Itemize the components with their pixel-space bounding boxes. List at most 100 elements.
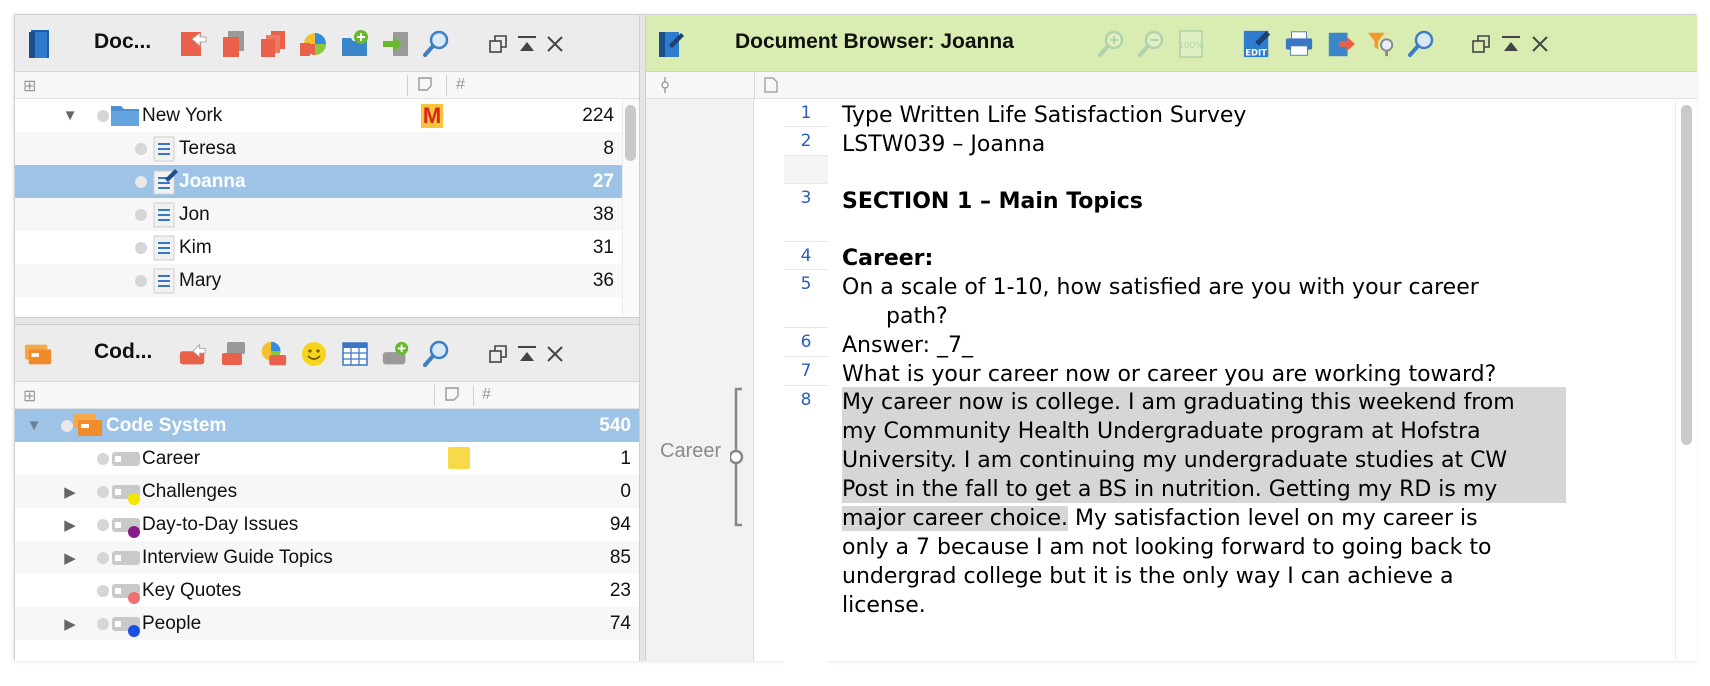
paragraph-number-column: 1 2 3 4 5 6 7 8: [784, 99, 828, 686]
maxqda-window: Doc... ⊞ # ▼ New York M 224 Teresa 8 Joa…: [14, 14, 1697, 686]
expand-triangle-icon[interactable]: ▶: [61, 549, 79, 567]
code-system-count: 540: [599, 414, 631, 436]
tree-column-icon[interactable]: ⊞: [23, 76, 36, 96]
folder-icon: [110, 103, 140, 133]
code-stripe-bracket[interactable]: [728, 387, 746, 532]
count-column-icon[interactable]: #: [456, 76, 465, 94]
document-row[interactable]: Kim 31: [15, 231, 622, 264]
code-system-panel: Cod... ⊞ # ▼ Code System 540 Career 1 ▶ …: [15, 325, 639, 661]
zoom-in-icon[interactable]: [1096, 29, 1126, 59]
activate-documents-icon[interactable]: [178, 29, 208, 59]
document-text[interactable]: Type Written Life Satisfaction Survey LS…: [842, 99, 1612, 661]
code-row[interactable]: Key Quotes 23: [15, 574, 639, 607]
browser-scroll-track[interactable]: [1675, 99, 1697, 661]
search-in-document-icon[interactable]: [1406, 29, 1436, 59]
search-documents-icon[interactable]: [421, 29, 451, 59]
count-column-icon[interactable]: #: [482, 386, 491, 404]
code-matrix-icon[interactable]: [340, 339, 370, 369]
text-document-icon: [153, 136, 175, 168]
new-document-group-icon[interactable]: [340, 29, 370, 59]
expand-triangle-icon[interactable]: ▶: [61, 483, 79, 501]
edit-mode-icon[interactable]: EDIT: [1242, 29, 1272, 59]
document-sets-icon[interactable]: [219, 29, 249, 59]
document-count: 8: [603, 137, 614, 159]
paragraph-number: 2: [784, 127, 828, 156]
code-label: People: [142, 612, 202, 634]
maximize-panel-icon[interactable]: [512, 339, 542, 369]
print-icon[interactable]: [1284, 29, 1314, 59]
document-row[interactable]: Jon 38: [15, 198, 622, 231]
code-tag-icon: [111, 550, 141, 572]
edit-label: EDIT: [1245, 47, 1267, 57]
undock-window-icon[interactable]: [483, 29, 513, 59]
code-count: 23: [609, 579, 631, 601]
code-sets-icon[interactable]: [219, 339, 249, 369]
code-row[interactable]: ▶ Challenges 0: [15, 475, 639, 508]
code-label: Day-to-Day Issues: [142, 513, 299, 535]
color-codes-icon[interactable]: [258, 339, 288, 369]
text-document-icon: [153, 235, 175, 267]
paragraph-number: 6: [784, 328, 828, 357]
activate-codes-icon[interactable]: [178, 339, 208, 369]
export-icon[interactable]: [1326, 29, 1356, 59]
color-documents-icon[interactable]: [299, 29, 329, 59]
document-group-label: New York: [142, 104, 223, 126]
browser-scrollbar-thumb[interactable]: [1681, 105, 1692, 445]
code-count: 0: [620, 480, 631, 502]
undock-window-icon[interactable]: [1466, 29, 1496, 59]
coded-text-fragment: major career choice.: [842, 506, 1069, 531]
memo-column-icon[interactable]: [444, 386, 460, 407]
close-panel-icon[interactable]: [540, 29, 570, 59]
collapse-triangle-icon[interactable]: ▼: [25, 417, 43, 434]
paragraph-number-blank: [784, 156, 828, 184]
undock-window-icon[interactable]: [483, 339, 513, 369]
search-codes-icon[interactable]: [421, 339, 451, 369]
code-memo-icon[interactable]: [448, 447, 470, 469]
code-stripe-label[interactable]: Career: [660, 440, 721, 463]
expand-triangle-icon[interactable]: ▶: [61, 516, 79, 534]
code-row[interactable]: ▶ Interview Guide Topics 85: [15, 541, 639, 574]
code-stripe-column-icon[interactable]: [658, 76, 672, 99]
new-code-icon[interactable]: [381, 339, 411, 369]
code-row[interactable]: ▶ People 74: [15, 607, 639, 640]
code-row[interactable]: Career 1: [15, 442, 639, 475]
text-line: On a scale of 1-10, how satisfied are yo…: [842, 275, 1479, 300]
document-row[interactable]: Mary 36: [15, 264, 622, 297]
paragraph-column-icon[interactable]: [764, 77, 778, 98]
zoom-reset-icon[interactable]: 100%: [1176, 29, 1206, 59]
tree-column-icon[interactable]: ⊞: [23, 386, 36, 406]
maximize-panel-icon[interactable]: [512, 29, 542, 59]
text-line: only a 7 because I am not looking forwar…: [842, 535, 1492, 560]
document-column-header: ⊞ #: [15, 72, 639, 99]
close-panel-icon[interactable]: [540, 339, 570, 369]
document-browser-panel: Document Browser: Joanna 100% EDIT Caree…: [646, 15, 1697, 686]
memo-column-icon[interactable]: [417, 76, 433, 97]
memo-icon[interactable]: M: [421, 104, 443, 128]
duplicate-document-icon[interactable]: [258, 29, 288, 59]
status-dot: [97, 584, 109, 597]
collapse-triangle-icon[interactable]: ▼: [61, 107, 79, 124]
emoticode-icon[interactable]: [299, 339, 329, 369]
code-row[interactable]: ▶ Day-to-Day Issues 94: [15, 508, 639, 541]
horizontal-splitter[interactable]: [15, 317, 639, 325]
close-panel-icon[interactable]: [1525, 29, 1555, 59]
code-label: Career: [142, 447, 201, 469]
document-row[interactable]: Teresa 8: [15, 132, 622, 165]
expand-triangle-icon[interactable]: ▶: [61, 615, 79, 633]
text-document-icon: [153, 202, 175, 234]
maximize-panel-icon[interactable]: [1496, 29, 1526, 59]
vertical-splitter[interactable]: [639, 15, 646, 661]
filter-codes-icon[interactable]: [1366, 29, 1396, 59]
document-row-selected[interactable]: Joanna 27: [15, 165, 622, 198]
document-system-panel: Doc... ⊞ # ▼ New York M 224 Teresa 8 Joa…: [15, 15, 639, 317]
import-documents-icon[interactable]: [381, 29, 411, 59]
zoom-out-icon[interactable]: [1136, 29, 1166, 59]
code-system-root-row[interactable]: ▼ Code System 540: [15, 409, 639, 442]
document-group-row[interactable]: ▼ New York M 224: [15, 99, 622, 132]
document-scroll-track[interactable]: [622, 99, 639, 317]
document-scrollbar-thumb[interactable]: [625, 105, 636, 161]
code-label: Challenges: [142, 480, 238, 502]
text-line: Answer: _7_: [842, 333, 974, 358]
document-browser-toolbar: Document Browser: Joanna 100% EDIT: [646, 15, 1697, 72]
document-system-icon: [25, 29, 55, 59]
